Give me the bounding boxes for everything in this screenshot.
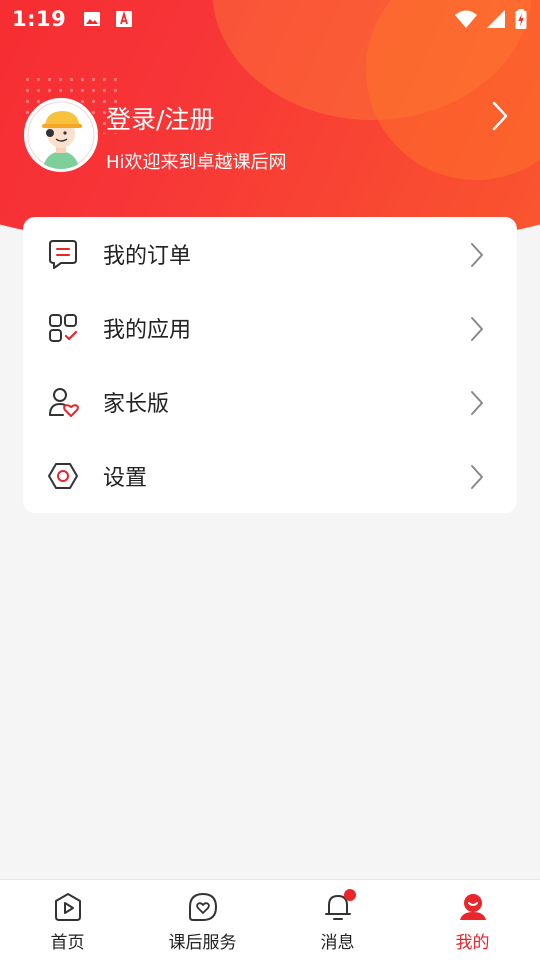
profile-icon bbox=[459, 894, 486, 920]
chevron-right-icon bbox=[471, 391, 483, 415]
a-text-icon bbox=[116, 10, 133, 27]
nav-label-messages: 消息 bbox=[320, 933, 355, 953]
image-icon bbox=[84, 12, 101, 26]
apps-icon bbox=[49, 314, 78, 342]
menu-label-settings: 设置 bbox=[103, 466, 148, 491]
nav-tab-mine[interactable]: 我的 bbox=[405, 880, 540, 960]
home-play-icon bbox=[54, 893, 81, 921]
nav-tab-messages[interactable]: 消息 bbox=[270, 880, 405, 960]
menu-item-settings[interactable]: 设置 bbox=[23, 439, 517, 513]
nav-tab-home[interactable]: 首页 bbox=[0, 880, 135, 960]
bottom-nav: 首页 课后服务 消息 我的 bbox=[0, 879, 540, 960]
order-icon bbox=[49, 240, 77, 269]
status-time: 1:19 bbox=[12, 7, 67, 31]
settings-icon bbox=[48, 463, 78, 489]
menu-label-apps: 我的应用 bbox=[103, 318, 192, 343]
parent-icon bbox=[49, 388, 79, 417]
login-register-title[interactable]: 登录/注册 bbox=[106, 100, 214, 136]
menu-item-orders[interactable]: 我的订单 bbox=[23, 217, 517, 291]
nav-label-home: 首页 bbox=[50, 933, 85, 953]
wifi-icon bbox=[455, 10, 477, 28]
status-bar: 1:19 bbox=[0, 0, 540, 38]
signal-icon bbox=[487, 10, 505, 28]
avatar[interactable] bbox=[24, 98, 98, 172]
menu-label-orders: 我的订单 bbox=[103, 244, 192, 269]
battery-icon bbox=[515, 9, 527, 29]
notification-badge bbox=[343, 889, 356, 901]
heart-service-icon bbox=[188, 893, 217, 921]
nav-label-mine: 我的 bbox=[455, 933, 490, 953]
menu-item-parent[interactable]: 家长版 bbox=[23, 365, 517, 439]
menu-card: 我的订单 我的应用 家长版 设置 bbox=[23, 217, 517, 513]
nav-tab-after-school-service[interactable]: 课后服务 bbox=[135, 880, 270, 960]
nav-label-after-school-service: 课后服务 bbox=[168, 933, 237, 953]
chevron-right-icon[interactable] bbox=[490, 100, 510, 132]
avatar-illustration-icon bbox=[27, 101, 95, 169]
menu-label-parent: 家长版 bbox=[103, 392, 170, 417]
chevron-right-icon bbox=[471, 317, 483, 341]
chevron-right-icon bbox=[471, 243, 483, 267]
chevron-right-icon bbox=[471, 465, 483, 489]
welcome-subtitle: Hi欢迎来到卓越课后网 bbox=[106, 152, 287, 173]
login-register-entry[interactable]: 登录/注册 Hi欢迎来到卓越课后网 bbox=[24, 98, 516, 174]
menu-item-apps[interactable]: 我的应用 bbox=[23, 291, 517, 365]
